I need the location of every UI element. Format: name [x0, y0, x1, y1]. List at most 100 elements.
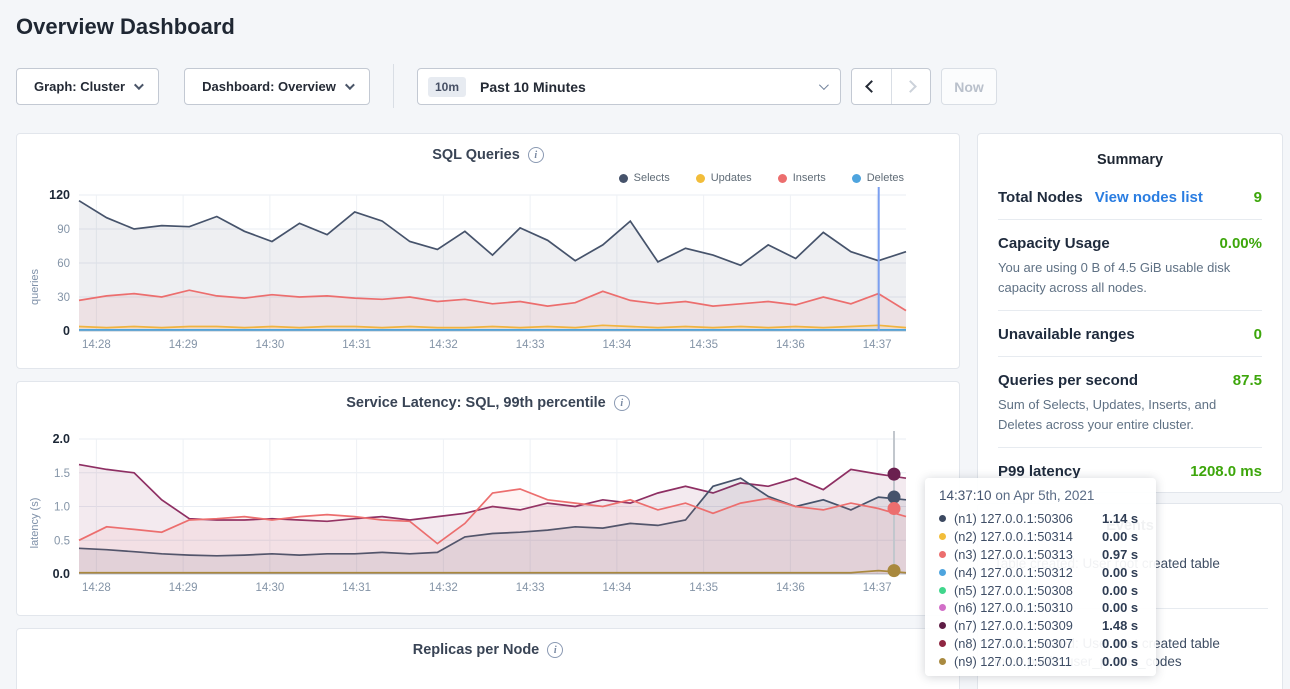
- info-icon[interactable]: i: [614, 395, 630, 411]
- summary-title: Summary: [978, 134, 1282, 168]
- svg-text:14:28: 14:28: [82, 339, 111, 351]
- svg-text:14:35: 14:35: [689, 582, 718, 594]
- info-icon[interactable]: i: [547, 642, 563, 658]
- chevron-down-icon: [134, 80, 144, 90]
- series-color-dot: [939, 587, 946, 594]
- time-window-badge: 10m: [428, 77, 466, 97]
- tooltip-node-row: (n5) 127.0.0.1:503080.00 s: [939, 581, 1144, 599]
- summary-row-queries-per-second: Queries per second 87.5 Sum of Selects, …: [998, 357, 1262, 448]
- legend-label-selects: Selects: [634, 172, 670, 184]
- queries-per-second-label: Queries per second: [998, 372, 1138, 389]
- graph-selector-label: Graph: Cluster: [34, 79, 125, 94]
- now-button[interactable]: Now: [941, 68, 997, 105]
- tooltip-node-value: 1.14 s: [1102, 511, 1138, 526]
- legend-label-inserts: Inserts: [793, 172, 826, 184]
- time-step-forward-button[interactable]: [891, 69, 931, 104]
- series-color-dot: [939, 658, 946, 665]
- svg-text:60: 60: [57, 258, 70, 270]
- toolbar-divider: [393, 64, 394, 108]
- legend-item-updates[interactable]: Updates: [696, 171, 752, 185]
- tooltip-timestamp: 14:37:10 on Apr 5th, 2021: [939, 488, 1144, 503]
- tooltip-node-row: (n3) 127.0.0.1:503130.97 s: [939, 546, 1144, 564]
- queries-per-second-value: 87.5: [1233, 372, 1262, 389]
- dashboard-selector-label: Dashboard: Overview: [202, 79, 336, 94]
- svg-text:14:37: 14:37: [863, 582, 892, 594]
- tooltip-node-value: 0.00 s: [1102, 600, 1138, 615]
- tooltip-node-value: 0.97 s: [1102, 547, 1138, 562]
- info-icon[interactable]: i: [528, 147, 544, 163]
- tooltip-node-row: (n9) 127.0.0.1:503110.00 s: [939, 652, 1144, 670]
- svg-text:120: 120: [49, 188, 70, 202]
- queries-per-second-description: Sum of Selects, Updates, Inserts, and De…: [998, 389, 1262, 434]
- chevron-down-icon: [819, 80, 829, 90]
- svg-text:30: 30: [57, 292, 70, 304]
- total-nodes-value: 9: [1254, 189, 1262, 206]
- summary-row-capacity-usage: Capacity Usage 0.00% You are using 0 B o…: [998, 220, 1262, 311]
- summary-row-total-nodes: Total Nodes View nodes list 9: [998, 174, 1262, 220]
- view-nodes-list-link[interactable]: View nodes list: [1095, 189, 1203, 206]
- series-color-dot: [939, 569, 946, 576]
- legend-dot-selects: [619, 174, 628, 183]
- legend-dot-deletes: [852, 174, 861, 183]
- tooltip-node-value: 0.00 s: [1102, 636, 1138, 651]
- replicas-per-node-chart-card: Replicas per Node i: [16, 628, 960, 689]
- legend-item-deletes[interactable]: Deletes: [852, 171, 904, 185]
- page-title: Overview Dashboard: [16, 14, 235, 40]
- tooltip-node-value: 0.00 s: [1102, 583, 1138, 598]
- legend-dot-updates: [696, 174, 705, 183]
- tooltip-node-row: (n8) 127.0.0.1:503070.00 s: [939, 635, 1144, 653]
- svg-text:14:34: 14:34: [602, 582, 631, 594]
- series-color-dot: [939, 533, 946, 540]
- series-color-dot: [939, 640, 946, 647]
- legend-item-inserts[interactable]: Inserts: [778, 171, 826, 185]
- summary-row-unavailable-ranges: Unavailable ranges 0: [998, 311, 1262, 357]
- dashboard-selector-dropdown[interactable]: Dashboard: Overview: [184, 68, 370, 105]
- service-latency-chart-card: Service Latency: SQL, 99th percentile i …: [16, 381, 960, 616]
- tooltip-node-label: (n1) 127.0.0.1:50306: [954, 511, 1102, 526]
- svg-text:14:33: 14:33: [516, 582, 545, 594]
- capacity-usage-label: Capacity Usage: [998, 235, 1110, 252]
- tooltip-node-row: (n7) 127.0.0.1:503091.48 s: [939, 617, 1144, 635]
- chart-title-service-latency: Service Latency: SQL, 99th percentile: [346, 395, 606, 411]
- chart-legend: Selects Updates Inserts Deletes: [17, 171, 959, 185]
- tooltip-node-value: 0.00 s: [1102, 529, 1138, 544]
- legend-item-selects[interactable]: Selects: [619, 171, 670, 185]
- y-axis-title: latency (s): [29, 483, 41, 563]
- y-axis-title: queries: [29, 247, 41, 327]
- svg-text:14:28: 14:28: [82, 582, 111, 594]
- tooltip-node-label: (n7) 127.0.0.1:50309: [954, 618, 1102, 633]
- total-nodes-label: Total Nodes: [998, 189, 1083, 206]
- overview-dashboard-page: Overview Dashboard Graph: Cluster Dashbo…: [0, 0, 1290, 689]
- chart-title-sql-queries: SQL Queries: [432, 147, 520, 163]
- tooltip-node-label: (n6) 127.0.0.1:50310: [954, 600, 1102, 615]
- svg-text:14:32: 14:32: [429, 582, 458, 594]
- series-color-dot: [939, 551, 946, 558]
- svg-text:14:30: 14:30: [255, 582, 284, 594]
- svg-text:1.5: 1.5: [54, 468, 70, 480]
- chevron-right-icon: [904, 80, 917, 93]
- tooltip-node-row: (n1) 127.0.0.1:503061.14 s: [939, 510, 1144, 528]
- tooltip-node-row: (n2) 127.0.0.1:503140.00 s: [939, 528, 1144, 546]
- svg-text:14:35: 14:35: [689, 339, 718, 351]
- svg-text:14:29: 14:29: [169, 582, 198, 594]
- svg-text:14:32: 14:32: [429, 339, 458, 351]
- legend-label-updates: Updates: [711, 172, 752, 184]
- tooltip-node-label: (n8) 127.0.0.1:50307: [954, 636, 1102, 651]
- unavailable-ranges-label: Unavailable ranges: [998, 326, 1135, 343]
- time-range-dropdown[interactable]: 10m Past 10 Minutes: [417, 68, 841, 105]
- sql-queries-chart[interactable]: 030609012014:2814:2914:3014:3114:3214:33…: [17, 185, 961, 360]
- time-step-back-button[interactable]: [852, 69, 891, 104]
- svg-text:14:36: 14:36: [776, 582, 805, 594]
- chevron-left-icon: [865, 80, 878, 93]
- series-color-dot: [939, 515, 946, 522]
- time-window-label: Past 10 Minutes: [480, 79, 586, 95]
- svg-text:0: 0: [63, 324, 70, 338]
- service-latency-chart[interactable]: 0.00.51.01.52.014:2814:2914:3014:3114:32…: [17, 417, 961, 603]
- svg-text:14:34: 14:34: [602, 339, 631, 351]
- tooltip-node-label: (n9) 127.0.0.1:50311: [954, 654, 1102, 669]
- tooltip-node-label: (n4) 127.0.0.1:50312: [954, 565, 1102, 580]
- summary-panel: Summary Total Nodes View nodes list 9 Ca…: [977, 133, 1283, 493]
- graph-selector-dropdown[interactable]: Graph: Cluster: [16, 68, 159, 105]
- tooltip-date: on Apr 5th, 2021: [992, 488, 1095, 503]
- svg-text:0.0: 0.0: [53, 567, 70, 581]
